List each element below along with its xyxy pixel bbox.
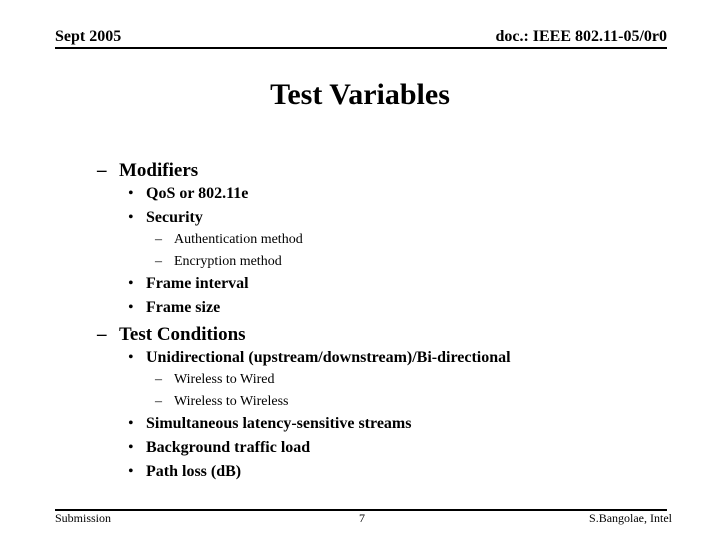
dash-marker: – (97, 160, 107, 181)
list-item-label: Frame size (146, 299, 221, 316)
slide-title: Test Variables (270, 78, 450, 111)
list-item-label: Background traffic load (146, 439, 311, 456)
footer-page-number: 7 (359, 511, 365, 525)
section-heading: Modifiers (119, 160, 199, 181)
list-item-label: Unidirectional (upstream/downstream)/Bi-… (146, 349, 511, 366)
dash-marker: – (155, 372, 162, 387)
list-item-label: Security (146, 209, 203, 226)
dash-marker: – (155, 232, 162, 247)
bullet-marker: • (128, 439, 134, 456)
slide-header-doc-id: doc.: IEEE 802.11-05/0r0 (495, 28, 667, 45)
list-item: • Unidirectional (upstream/downstream)/Bi… (128, 349, 511, 367)
sub-list-item: – Wireless to Wired (155, 372, 274, 388)
list-item: • Background traffic load (128, 439, 310, 457)
sub-list-item: – Encryption method (155, 254, 282, 270)
dash-marker: – (155, 394, 162, 409)
bullet-marker: • (128, 415, 134, 432)
list-item-label: Frame interval (146, 275, 249, 292)
slide-header-date: Sept 2005 (55, 28, 122, 45)
sub-list-item-label: Authentication method (174, 232, 303, 247)
dash-marker: – (155, 254, 162, 269)
list-item: • Simultaneous latency-sensitive streams (128, 415, 411, 433)
list-item: • Frame interval (128, 275, 249, 293)
footer-author: S.Bangolae, Intel (589, 511, 672, 525)
bullet-marker: • (128, 463, 134, 480)
section-heading: Test Conditions (119, 324, 246, 345)
sub-list-item: – Wireless to Wireless (155, 394, 288, 410)
sub-list-item-label: Encryption method (174, 254, 282, 269)
list-item-label: Simultaneous latency-sensitive streams (146, 415, 412, 432)
list-item: • Frame size (128, 299, 220, 317)
bullet-marker: • (128, 275, 134, 292)
section-modifiers: – Modifiers (97, 160, 198, 182)
sub-list-item: – Authentication method (155, 232, 303, 248)
footer-submission: Submission (55, 511, 112, 525)
list-item: • QoS or 802.11e (128, 185, 248, 203)
dash-marker: – (97, 324, 107, 345)
header-divider (55, 47, 667, 49)
list-item: • Path loss (dB) (128, 463, 241, 481)
list-item-label: Path loss (dB) (146, 463, 242, 480)
list-item: • Security (128, 209, 203, 227)
list-item-label: QoS or 802.11e (146, 185, 249, 202)
bullet-marker: • (128, 185, 134, 202)
sub-list-item-label: Wireless to Wired (174, 372, 275, 387)
bullet-marker: • (128, 299, 134, 316)
bullet-marker: • (128, 209, 134, 226)
section-test-conditions: – Test Conditions (97, 324, 246, 346)
sub-list-item-label: Wireless to Wireless (174, 394, 289, 409)
bullet-marker: • (128, 349, 134, 366)
